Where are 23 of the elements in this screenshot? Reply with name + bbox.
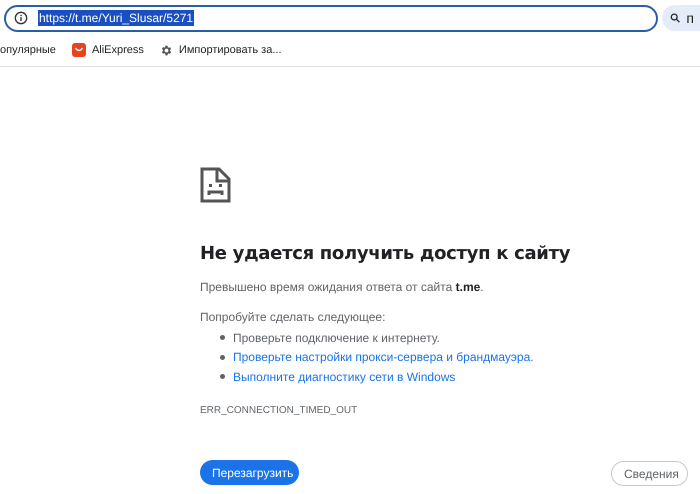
suggestion-link[interactable]: Проверьте настройки прокси-сервера и брандмауэра. — [233, 350, 534, 364]
info-icon[interactable] — [14, 11, 28, 25]
url-text: https://t.me/Yuri_Slusar/5271 — [38, 10, 194, 26]
error-message: Превышено время ожидания ответа от сайта t.me. — [200, 280, 485, 294]
bookmark[interactable]: опулярные — [0, 44, 56, 56]
bullet-icon — [220, 374, 225, 380]
search-button[interactable]: п — [662, 5, 700, 31]
bookmark[interactable]: Импортировать за... — [160, 44, 282, 56]
sad-document-icon — [200, 167, 232, 203]
suggestion-text: Проверьте подключение к интернету. — [233, 330, 440, 345]
reload-button[interactable]: Перезагрузить — [200, 460, 299, 485]
bookmark[interactable]: AliExpress — [72, 43, 144, 57]
details-button[interactable]: Сведения — [611, 461, 688, 486]
error-code: ERR_CONNECTION_TIMED_OUT — [200, 404, 358, 416]
bullet-icon — [220, 335, 225, 340]
address-bar[interactable]: https://t.me/Yuri_Slusar/5271 — [4, 4, 658, 32]
suggestion-link[interactable]: Выполните диагностику сети в Windows — [233, 370, 456, 384]
bullet-icon — [220, 354, 225, 360]
shopping-bag-icon — [72, 43, 86, 57]
search-icon — [670, 11, 680, 25]
suggestions-heading: Попробуйте сделать следующее: — [200, 310, 386, 324]
gear-icon — [160, 44, 173, 56]
error-title: Не удается получить доступ к сайту — [200, 243, 572, 264]
